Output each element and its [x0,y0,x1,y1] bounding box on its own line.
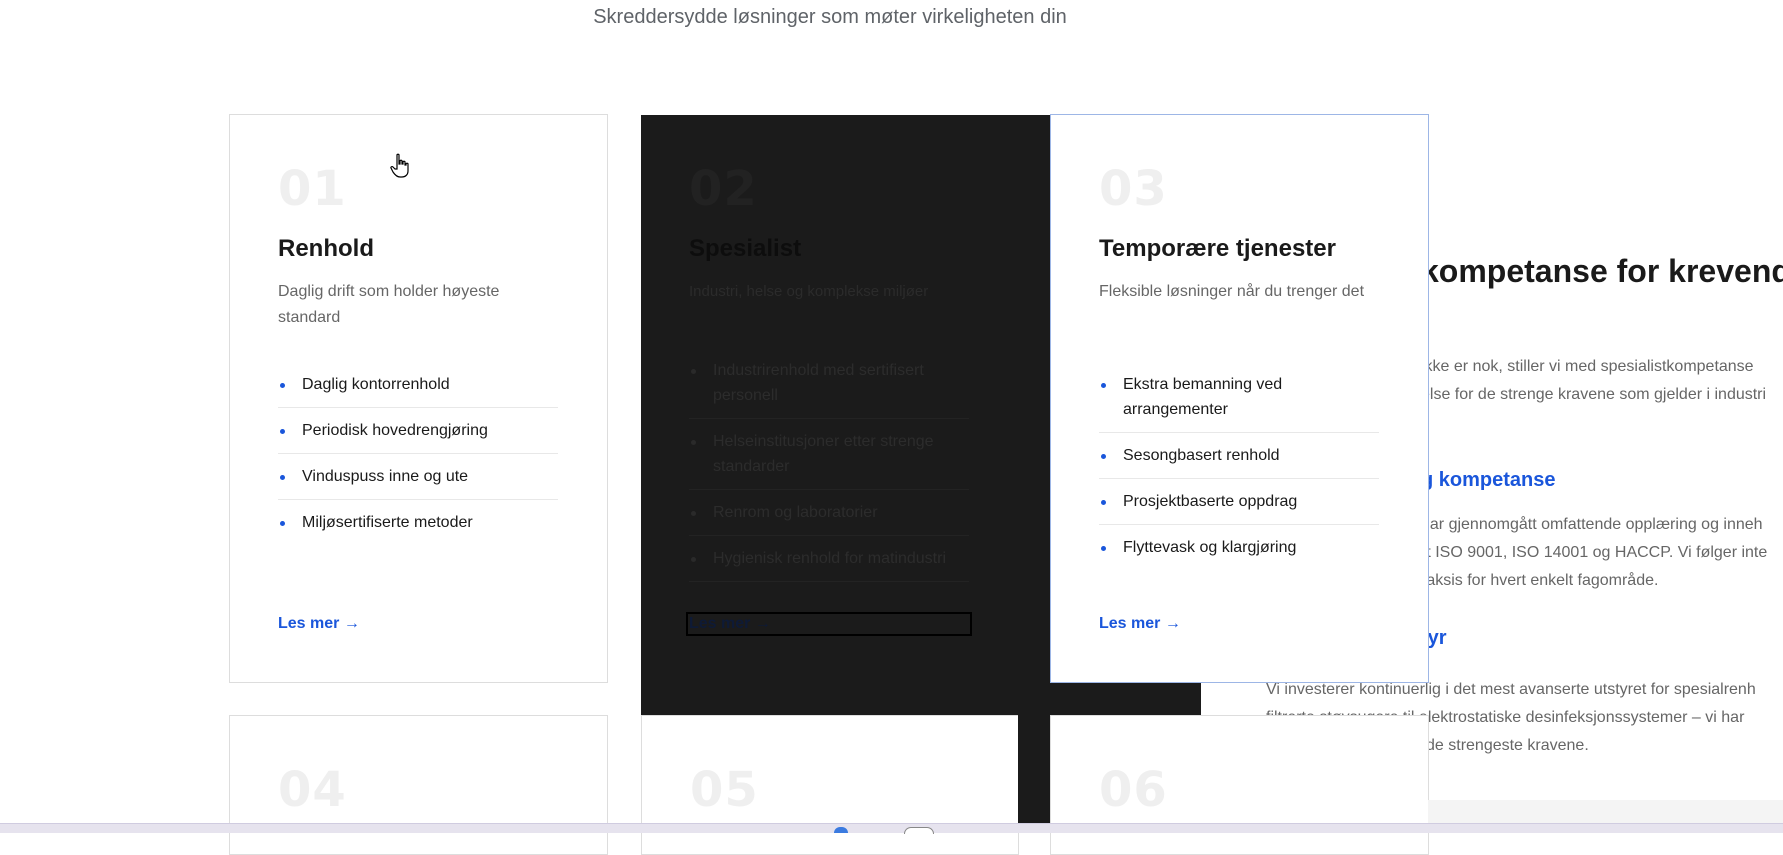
service-card-renhold[interactable]: 01 Renhold Daglig drift som holder høyes… [229,114,608,683]
list-item: Industrirenhold med sertifisert personel… [689,348,969,419]
list-item: Renrom og laboratorier [689,490,969,536]
card-number: 02 [689,161,758,217]
card-number: 05 [690,762,759,818]
card-number: 06 [1099,762,1168,818]
service-card-temporaere-tjenester[interactable]: 03 Temporære tjenester Fleksible løsning… [1050,114,1429,683]
dark-divider [1018,714,1053,832]
list-item: Vinduspuss inne og ute [278,454,558,500]
card-feature-list: Daglig kontorrenhold Periodisk hovedreng… [278,362,558,545]
card-number: 03 [1099,161,1168,217]
card-title: Spesialist [689,235,802,262]
hand-cursor-icon [390,153,409,178]
read-more-link[interactable]: Les mer → [1099,615,1181,633]
taskbar-icon[interactable] [834,827,848,833]
card-number: 04 [278,762,347,818]
taskbar-icon[interactable] [904,827,934,834]
card-feature-list: Industrirenhold med sertifisert personel… [689,348,969,582]
service-card-05[interactable]: 05 [641,715,1019,855]
list-item: Prosjektbaserte oppdrag [1099,479,1379,525]
card-feature-list: Ekstra bemanning ved arrangementer Seson… [1099,362,1379,570]
paragraph-line: raksis for hvert enkelt fagområde. [1421,572,1659,589]
list-item: Hygienisk renhold for matindustri [689,536,969,582]
card-description: Industri, helse og komplekse miljøer [689,283,929,300]
section-subtitle: Skreddersydde løsninger som møter virkel… [593,6,1067,28]
detail-paragraph-competence: har gjennomgått omfattende opplæring og … [1421,511,1767,595]
detail-intro: ikke er nok, stiller vi med spesialistko… [1421,353,1783,409]
detail-heading-competence: g kompetanse [1421,469,1556,491]
card-description: Fleksible løsninger når du trenger det [1099,283,1365,300]
detail-title: kompetanse for krevende [1421,253,1783,289]
list-item: Miljøsertifiserte metoder [278,500,558,545]
card-description: Daglig drift som holder høyeste standard [278,283,500,326]
list-item: Ekstra bemanning ved arrangementer [1099,362,1379,433]
detail-intro-line: ikke er nok, stiller vi med spesialistko… [1421,358,1754,375]
card-title: Temporære tjenester [1099,235,1336,262]
service-card-04[interactable]: 04 [229,715,608,855]
paragraph-line: rt ISO 9001, ISO 14001 og HACCP. Vi følg… [1421,544,1768,561]
paragraph-line: har gjennomgått omfattende opplæring og … [1421,516,1763,533]
card-title: Renhold [278,235,374,262]
service-card-spesialist[interactable]: 02 Spesialist Industri, helse og komplek… [641,115,1019,683]
list-item: Sesongbasert renhold [1099,433,1379,479]
read-more-link[interactable]: Les mer → [278,615,360,633]
card-number: 01 [278,161,347,217]
list-item: Helseinstitusjoner etter strenge standar… [689,419,969,490]
list-item: Flyttevask og klargjøring [1099,525,1379,570]
service-card-06[interactable]: 06 [1050,715,1429,855]
detail-intro-line: else for de strenge kravene som gjelder … [1421,386,1767,403]
list-item: Periodisk hovedrengjøring [278,408,558,454]
read-more-link[interactable]: Les mer → [686,612,972,636]
list-item: Daglig kontorrenhold [278,362,558,408]
